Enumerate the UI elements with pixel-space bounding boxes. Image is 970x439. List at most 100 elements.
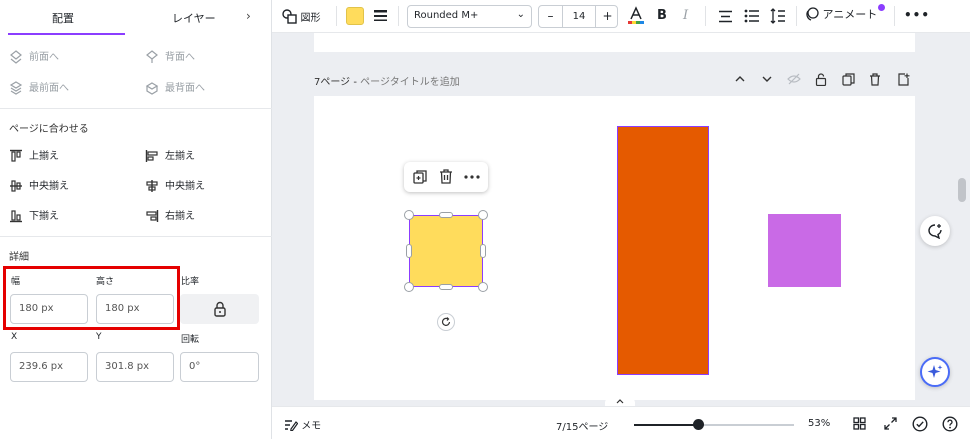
separator bbox=[796, 6, 797, 26]
shape-button[interactable]: 図形 bbox=[282, 9, 321, 24]
y-input[interactable]: 301.8 px bbox=[96, 352, 174, 382]
bring-to-front-button[interactable]: 最前面へ bbox=[9, 79, 69, 95]
list-button[interactable] bbox=[744, 9, 760, 26]
page-title-input[interactable]: ページタイトルを追加 bbox=[360, 77, 460, 88]
resize-handle-top[interactable] bbox=[439, 212, 453, 218]
page-number-label: 7ページ bbox=[314, 77, 351, 88]
vertical-scrollbar[interactable] bbox=[958, 178, 966, 202]
align-right-button[interactable]: 右揃え bbox=[145, 207, 195, 223]
italic-button[interactable]: I bbox=[683, 8, 688, 23]
tab-layers[interactable]: レイヤー bbox=[172, 10, 216, 26]
fill-color-swatch[interactable] bbox=[346, 7, 364, 25]
trash-icon[interactable] bbox=[439, 169, 453, 184]
hide-page-button[interactable] bbox=[787, 73, 801, 88]
tab-arrange[interactable]: 配置 bbox=[52, 10, 74, 26]
chevron-up-icon bbox=[616, 399, 624, 404]
aspect-ratio-lock-button[interactable] bbox=[180, 294, 259, 324]
eye-off-icon bbox=[787, 73, 801, 85]
rotation-input[interactable]: 0° bbox=[180, 352, 259, 382]
bring-forward-label: 前面へ bbox=[29, 52, 59, 63]
send-backward-button[interactable]: 背面へ bbox=[145, 48, 195, 64]
grid-view-button[interactable] bbox=[853, 417, 866, 433]
align-middle-button[interactable]: 中央揃え bbox=[9, 177, 69, 193]
align-middle-label: 中央揃え bbox=[29, 181, 69, 192]
add-page-button[interactable] bbox=[897, 73, 910, 89]
help-icon bbox=[942, 416, 958, 432]
text-align-button[interactable] bbox=[718, 10, 733, 26]
bring-forward-button[interactable]: 前面へ bbox=[9, 48, 59, 64]
font-family-select[interactable]: Rounded M+ ⌄ bbox=[407, 5, 532, 28]
more-options-button[interactable]: ••• bbox=[904, 8, 930, 22]
lock-page-button[interactable] bbox=[815, 73, 827, 89]
resize-handle-bottom[interactable] bbox=[439, 284, 453, 290]
chevron-right-icon[interactable]: › bbox=[246, 9, 251, 23]
layer-down-icon bbox=[145, 50, 159, 64]
animate-button[interactable]: アニメート bbox=[805, 6, 877, 26]
align-section-title: ページに合わせる bbox=[9, 124, 89, 135]
x-input[interactable]: 239.6 px bbox=[10, 352, 88, 382]
expand-icon bbox=[884, 417, 897, 430]
add-comment-icon bbox=[928, 224, 942, 239]
separator bbox=[894, 6, 895, 26]
magic-assistant-button[interactable] bbox=[920, 357, 950, 387]
duplicate-icon[interactable] bbox=[413, 170, 427, 184]
layer-up-icon bbox=[9, 50, 23, 64]
font-size-input[interactable]: 14 bbox=[563, 6, 595, 27]
animate-label: アニメート bbox=[822, 8, 878, 21]
align-center-button[interactable]: 中央揃え bbox=[145, 177, 205, 193]
align-bottom-button[interactable]: 下揃え bbox=[9, 207, 59, 223]
purple-square-shape[interactable] bbox=[768, 214, 841, 287]
border-style-button[interactable] bbox=[373, 9, 388, 26]
text-color-button[interactable] bbox=[627, 6, 645, 29]
resize-handle-top-left[interactable] bbox=[404, 210, 414, 220]
delete-page-button[interactable] bbox=[869, 73, 881, 89]
align-left-icon bbox=[145, 149, 159, 163]
spacing-button[interactable] bbox=[770, 8, 786, 27]
font-size-stepper: – 14 + bbox=[538, 5, 618, 28]
editor-toolbar: 図形 Rounded M+ ⌄ – 14 + B I アニメート ••• bbox=[272, 0, 970, 33]
previous-page bbox=[314, 33, 915, 52]
align-top-icon bbox=[9, 149, 23, 163]
zoom-percent[interactable]: 53% bbox=[808, 418, 830, 429]
chevron-down-icon: ⌄ bbox=[516, 9, 525, 20]
align-top-button[interactable]: 上揃え bbox=[9, 147, 59, 163]
details-section-title: 詳細 bbox=[9, 252, 29, 263]
resize-handle-left[interactable] bbox=[406, 244, 412, 258]
duplicate-page-button[interactable] bbox=[842, 73, 855, 89]
increase-font-size-button[interactable]: + bbox=[595, 6, 619, 27]
more-icon[interactable] bbox=[464, 175, 480, 179]
resize-handle-right[interactable] bbox=[480, 244, 486, 258]
separator bbox=[705, 6, 706, 26]
align-middle-icon bbox=[9, 179, 23, 193]
bulleted-list-icon bbox=[744, 9, 759, 23]
align-left-button[interactable]: 左揃え bbox=[145, 147, 195, 163]
selected-square-shape[interactable] bbox=[409, 215, 483, 287]
border-style-icon bbox=[374, 10, 387, 21]
page-counter[interactable]: 7/15ページ bbox=[556, 418, 608, 433]
resize-handle-top-right[interactable] bbox=[478, 210, 488, 220]
rotation-label: 回転 bbox=[181, 335, 200, 345]
check-button[interactable] bbox=[912, 416, 928, 435]
bring-to-front-label: 最前面へ bbox=[29, 83, 69, 94]
notification-dot bbox=[878, 4, 885, 11]
decrease-font-size-button[interactable]: – bbox=[539, 6, 563, 27]
notes-button[interactable]: メモ bbox=[284, 417, 321, 432]
font-family-value: Rounded M+ bbox=[414, 10, 479, 21]
page-down-button[interactable] bbox=[761, 73, 773, 88]
resize-handle-bottom-right[interactable] bbox=[478, 282, 488, 292]
separator bbox=[336, 6, 337, 26]
comment-button[interactable] bbox=[920, 216, 950, 246]
bold-button[interactable]: B bbox=[657, 8, 667, 23]
page-up-button[interactable] bbox=[734, 73, 746, 88]
zoom-slider-knob[interactable] bbox=[693, 419, 704, 430]
fullscreen-button[interactable] bbox=[884, 417, 897, 433]
rotate-handle[interactable] bbox=[437, 313, 455, 331]
zoom-slider[interactable] bbox=[634, 419, 794, 430]
help-button[interactable] bbox=[942, 416, 958, 435]
send-to-back-button[interactable]: 最背面へ bbox=[145, 79, 205, 95]
x-label: X bbox=[11, 332, 18, 342]
resize-handle-bottom-left[interactable] bbox=[404, 282, 414, 292]
orange-rectangle-shape[interactable] bbox=[617, 126, 709, 375]
layers-back-icon bbox=[145, 81, 159, 95]
align-bottom-label: 下揃え bbox=[29, 211, 59, 222]
